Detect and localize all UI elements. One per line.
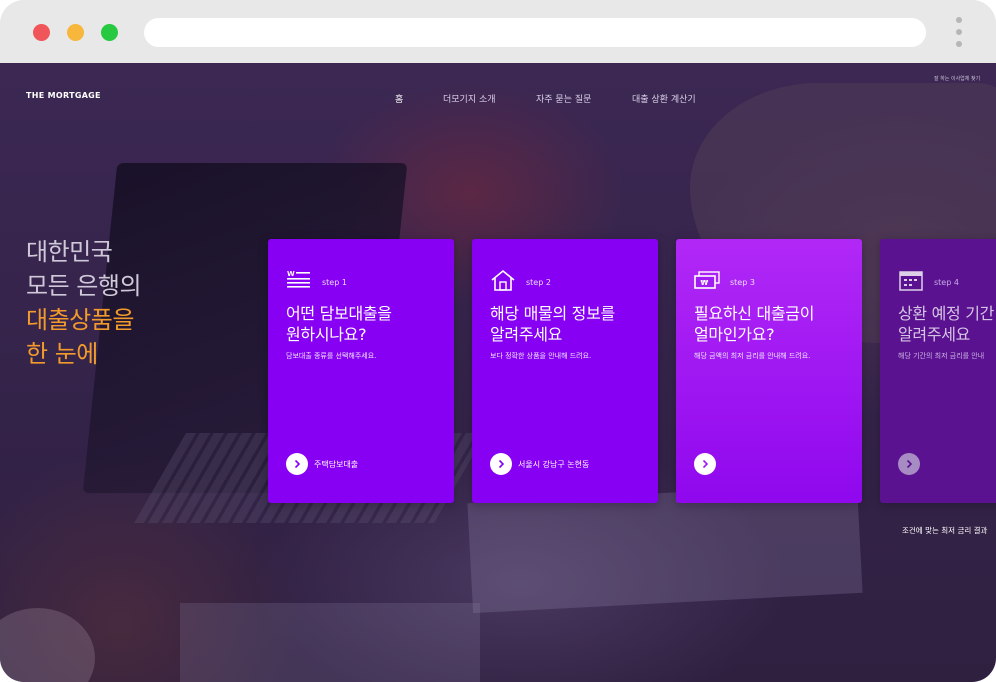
- svg-text:W: W: [287, 270, 295, 278]
- document-lines-icon: W: [287, 270, 310, 288]
- card-title: 어떤 담보대출을 원하시나요?: [286, 303, 456, 345]
- card-description: 해당 금액의 최저 금리를 안내해 드려요.: [694, 352, 811, 360]
- nav-calculator[interactable]: 대출 상환 계산기: [632, 92, 696, 105]
- card-title-line: 어떤 담보대출을: [286, 304, 392, 323]
- card-description: 해당 기간의 최저 금리를 안내: [898, 352, 985, 360]
- step-card-3[interactable]: ₩ step 3 필요하신 대출금이 얼마인가요? 해당 금액의 최저 금리를 …: [676, 239, 862, 503]
- card-title: 해당 매물의 정보를 알려주세요: [490, 303, 660, 345]
- browser-chrome: [0, 0, 996, 63]
- card-title-line: 알려주세요: [490, 325, 563, 344]
- card-title-line: 얼마인가요?: [694, 325, 775, 344]
- card-action[interactable]: [898, 453, 926, 475]
- maximize-window-button[interactable]: [101, 24, 118, 41]
- card-action[interactable]: 서울시 강남구 논현동: [490, 453, 589, 475]
- background-cup: [0, 608, 95, 682]
- house-icon: [491, 269, 515, 291]
- card-title-line: 해당 매물의 정보를: [490, 304, 615, 323]
- nav-about[interactable]: 더모기지 소개: [443, 92, 496, 105]
- step-card-4[interactable]: step 4 상환 예정 기간 알려주세요 해당 기간의 최저 금리를 안내: [880, 239, 996, 503]
- calendar-icon: [899, 271, 923, 291]
- chevron-right-icon[interactable]: [490, 453, 512, 475]
- hero-headline: 대한민국 모든 은행의 대출상품을 한 눈에: [26, 235, 142, 371]
- step-label: step 2: [526, 278, 551, 287]
- browser-window: THE MORTGAGE 홈 더모기지 소개 자주 묻는 질문 대출 상환 계산…: [0, 0, 996, 682]
- nav-faq[interactable]: 자주 묻는 질문: [536, 92, 591, 105]
- step-card-2[interactable]: step 2 해당 매물의 정보를 알려주세요 보다 정확한 상품을 안내해 드…: [472, 239, 658, 503]
- hero-line: 대한민국: [26, 238, 113, 266]
- card-title: 필요하신 대출금이 얼마인가요?: [694, 303, 864, 345]
- step-card-1[interactable]: W step 1 어떤 담보대출을 원하시나요? 담보대출 종류를 선택해주세요…: [268, 239, 454, 503]
- card-action-label[interactable]: 서울시 강남구 논현동: [518, 459, 589, 470]
- hero-line-accent: 대출상품을: [26, 306, 134, 334]
- step-label: step 4: [934, 278, 959, 287]
- card-title-line: 상환 예정 기간: [898, 304, 995, 323]
- svg-text:₩: ₩: [701, 279, 709, 287]
- card-title-line: 원하시나요?: [286, 325, 367, 344]
- minimize-window-button[interactable]: [67, 24, 84, 41]
- chevron-right-icon[interactable]: [694, 453, 716, 475]
- hero-line-accent: 한 눈에: [26, 340, 98, 368]
- nav-home[interactable]: 홈: [395, 92, 403, 105]
- card-action[interactable]: [694, 453, 722, 475]
- card-title: 상환 예정 기간 알려주세요: [898, 303, 996, 345]
- card-action-label[interactable]: 주택담보대출: [314, 459, 358, 470]
- chevron-right-icon[interactable]: [898, 453, 920, 475]
- card-title-line: 알려주세요: [898, 325, 971, 344]
- site-logo[interactable]: THE MORTGAGE: [26, 91, 101, 100]
- hero-line: 모든 은행의: [26, 272, 142, 300]
- chevron-right-icon[interactable]: [286, 453, 308, 475]
- result-link[interactable]: 조건에 맞는 최저 금리 결과: [902, 525, 987, 536]
- card-description: 보다 정확한 상품을 안내해 드려요.: [490, 352, 592, 360]
- card-action[interactable]: 주택담보대출: [286, 453, 358, 475]
- card-title-line: 필요하신 대출금이: [694, 304, 815, 323]
- background-paper: [180, 603, 480, 682]
- page-viewport: THE MORTGAGE 홈 더모기지 소개 자주 묻는 질문 대출 상환 계산…: [0, 63, 996, 682]
- close-window-button[interactable]: [33, 24, 50, 41]
- browser-menu-icon[interactable]: [955, 17, 963, 49]
- money-bills-icon: ₩: [694, 271, 720, 289]
- card-description: 담보대출 종류를 선택해주세요.: [286, 352, 377, 360]
- top-right-link[interactable]: 잘 하는 이사업체 찾기: [934, 75, 980, 82]
- step-label: step 3: [730, 278, 755, 287]
- step-label: step 1: [322, 278, 347, 287]
- address-bar[interactable]: [144, 18, 926, 47]
